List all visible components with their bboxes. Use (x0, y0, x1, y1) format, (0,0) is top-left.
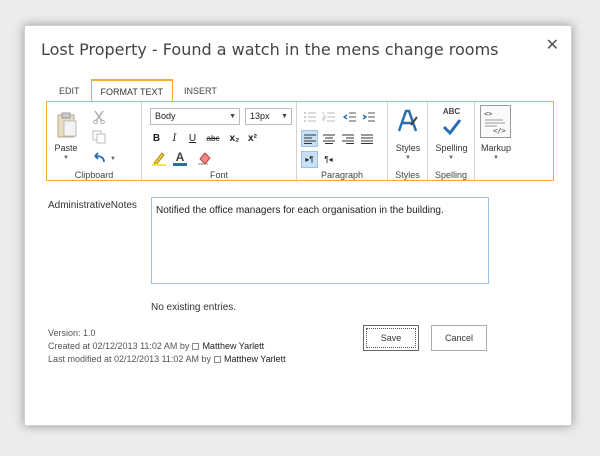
font-size-select[interactable]: 13px ▼ (245, 108, 292, 125)
styles-dropdown-icon[interactable]: ▼ (405, 155, 411, 161)
styles-group: Styles ▼ Styles (388, 102, 428, 182)
markup-label: Markup (480, 143, 511, 153)
cut-icon[interactable] (91, 109, 107, 125)
chevron-down-icon: ▼ (229, 113, 236, 120)
undo-icon[interactable] (91, 150, 107, 166)
dialog: Lost Property - Found a watch in the men… (24, 25, 572, 426)
bold-button[interactable]: B (148, 130, 165, 147)
modified-user-link[interactable]: Matthew Yarlett (224, 354, 286, 364)
clear-format-icon[interactable] (195, 149, 213, 167)
spelling-label: Spelling (435, 143, 468, 153)
save-button[interactable]: Save (363, 325, 419, 351)
italic-button[interactable]: I (166, 130, 183, 147)
tab-insert[interactable]: INSERT (174, 79, 227, 102)
align-left-icon[interactable] (301, 130, 318, 147)
font-color-letter: A (175, 149, 185, 164)
close-icon[interactable]: ✕ (546, 35, 559, 55)
strikethrough-button[interactable]: abc (202, 130, 224, 147)
field-label: AdministrativeNotes (48, 200, 137, 211)
modified-line: Last modified at 02/12/2013 11:02 AM by M… (48, 353, 286, 366)
clipboard-group: Paste ▼ ▼ Clipboard (47, 102, 142, 182)
spelling-abc-text: ABC (442, 107, 461, 116)
chevron-down-icon: ▼ (281, 113, 288, 120)
copy-icon[interactable] (91, 129, 107, 145)
svg-text:</>: </> (493, 127, 506, 135)
presence-icon (213, 356, 221, 364)
markup-icon[interactable]: <> </> (480, 105, 511, 138)
styles-label: Styles (395, 143, 421, 153)
created-text: Created at 02/12/2013 11:02 AM by (48, 341, 190, 351)
subscript-button[interactable]: x₂ (226, 130, 243, 147)
ribbon: Paste ▼ ▼ Clipboard Body ▼ 13px ▼ B I U … (46, 101, 554, 182)
increase-indent-icon[interactable] (360, 108, 377, 125)
spelling-check-icon[interactable] (441, 117, 463, 137)
ribbon-tabs: EDIT FORMAT TEXT INSERT (49, 79, 228, 102)
bullet-list-icon[interactable] (301, 108, 318, 125)
history-text: No existing entries. (151, 302, 237, 313)
highlight-icon[interactable] (150, 149, 168, 167)
spelling-group: ABC Spelling ▼ Spelling (428, 102, 475, 182)
modified-text: Last modified at 02/12/2013 11:02 AM by (48, 354, 211, 364)
font-style-select[interactable]: Body ▼ (150, 108, 240, 125)
decrease-indent-icon[interactable] (341, 108, 358, 125)
item-metadata: Version: 1.0 Created at 02/12/2013 11:02… (48, 327, 286, 366)
styles-icon[interactable] (396, 108, 420, 134)
presence-icon (192, 343, 200, 351)
created-user-link[interactable]: Matthew Yarlett (202, 341, 264, 351)
paste-dropdown-icon[interactable]: ▼ (63, 155, 69, 161)
rtl-direction-icon[interactable]: ¶◂ (320, 151, 337, 168)
align-center-icon[interactable] (320, 130, 337, 147)
markup-group: <> </> Markup ▼ (475, 102, 517, 182)
markup-dropdown-icon[interactable]: ▼ (493, 155, 499, 161)
underline-button[interactable]: U (184, 130, 201, 147)
clipboard-group-label: Clipboard (74, 170, 114, 180)
numbered-list-icon[interactable] (320, 108, 337, 125)
tab-format-text[interactable]: FORMAT TEXT (90, 79, 174, 102)
ltr-direction-icon[interactable]: ▸¶ (301, 151, 318, 168)
font-group-label: Font (209, 170, 228, 180)
created-line: Created at 02/12/2013 11:02 AM by Matthew… (48, 340, 286, 353)
tab-edit[interactable]: EDIT (49, 79, 90, 102)
font-size-value: 13px (250, 111, 270, 121)
spelling-dropdown-icon[interactable]: ▼ (448, 155, 454, 161)
paste-label: Paste (54, 143, 78, 153)
superscript-button[interactable]: x² (244, 130, 261, 147)
font-style-value: Body (155, 111, 176, 121)
undo-dropdown-icon[interactable]: ▼ (110, 156, 116, 162)
version-text: Version: 1.0 (48, 328, 96, 338)
dialog-title: Lost Property - Found a watch in the men… (41, 40, 499, 59)
paragraph-group-label: Paragraph (320, 170, 364, 180)
svg-text:<>: <> (484, 110, 492, 118)
justify-icon[interactable] (358, 130, 375, 147)
spelling-group-label: Spelling (434, 170, 468, 180)
paste-icon[interactable] (54, 110, 80, 140)
administrative-notes-field[interactable]: Notified the office managers for each or… (151, 197, 489, 284)
styles-group-label: Styles (395, 170, 420, 180)
cancel-button[interactable]: Cancel (431, 325, 487, 351)
paragraph-group: ▸¶ ¶◂ Paragraph (297, 102, 388, 182)
font-color-icon[interactable]: A (171, 149, 189, 167)
font-group: Body ▼ 13px ▼ B I U abc x₂ x² A Font (142, 102, 297, 182)
align-right-icon[interactable] (339, 130, 356, 147)
